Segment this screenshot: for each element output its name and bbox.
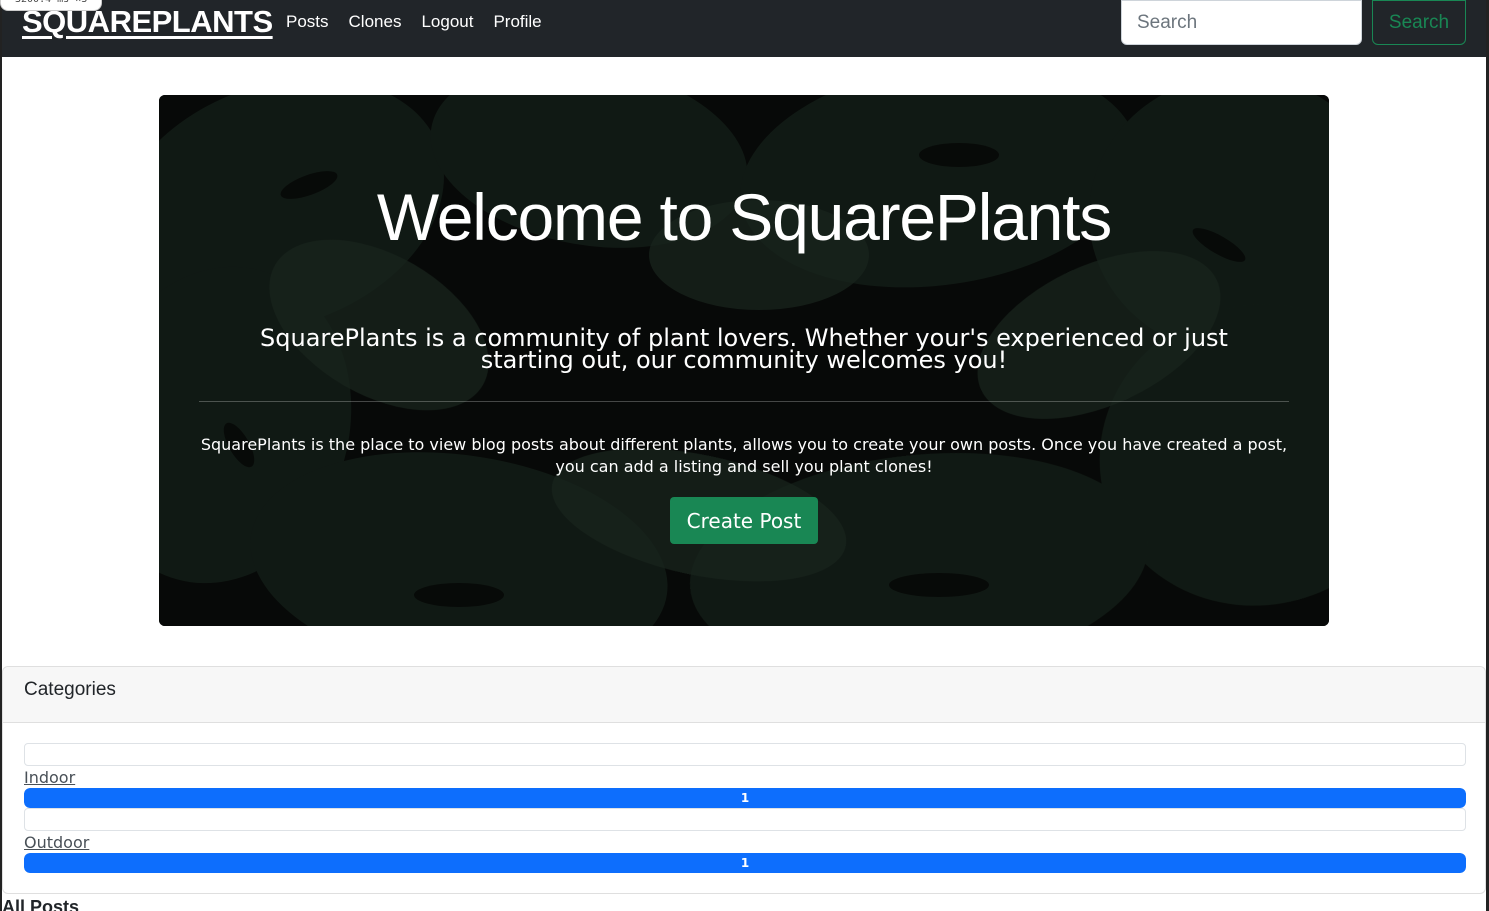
- category-progress: 1: [24, 788, 1466, 808]
- category-box: [24, 808, 1466, 831]
- category-link-indoor[interactable]: Indoor: [24, 768, 1466, 788]
- category-progress-bar: 1: [24, 853, 1466, 873]
- categories-card: Categories Indoor 1 Outdoor 1: [2, 666, 1486, 894]
- debug-timing-badge: 3200.4 ms ×3: [0, 0, 103, 11]
- all-posts-heading: All Posts: [2, 897, 80, 911]
- nav-links: Posts Clones Logout Profile: [286, 12, 542, 32]
- category-box: [24, 743, 1466, 766]
- hero-jumbotron: Welcome to SquarePlants SquarePlants is …: [159, 95, 1329, 626]
- nav-link-profile[interactable]: Profile: [493, 12, 541, 32]
- nav-link-posts[interactable]: Posts: [286, 12, 329, 32]
- top-navbar: SQUAREPLANTS Posts Clones Logout Profile…: [2, 0, 1486, 57]
- hero-title: Welcome to SquarePlants: [376, 180, 1112, 254]
- category-item: Outdoor 1: [24, 808, 1466, 873]
- create-post-button[interactable]: Create Post: [670, 497, 818, 544]
- hero-content: Welcome to SquarePlants SquarePlants is …: [159, 95, 1329, 626]
- search-input[interactable]: [1121, 0, 1362, 45]
- hero-lead-text: SquarePlants is a community of plant lov…: [260, 324, 1228, 374]
- category-progress-bar: 1: [24, 788, 1466, 808]
- nav-link-clones[interactable]: Clones: [349, 12, 402, 32]
- categories-header: Categories: [3, 667, 1485, 723]
- hero-description: SquarePlants is the place to view blog p…: [200, 435, 1288, 476]
- category-progress: 1: [24, 853, 1466, 873]
- category-list: Indoor 1 Outdoor 1: [24, 743, 1466, 873]
- nav-link-logout[interactable]: Logout: [421, 12, 473, 32]
- hero-divider: [199, 401, 1289, 402]
- search-button[interactable]: Search: [1372, 0, 1466, 45]
- category-link-outdoor[interactable]: Outdoor: [24, 833, 1466, 853]
- category-item: Indoor 1: [24, 743, 1466, 808]
